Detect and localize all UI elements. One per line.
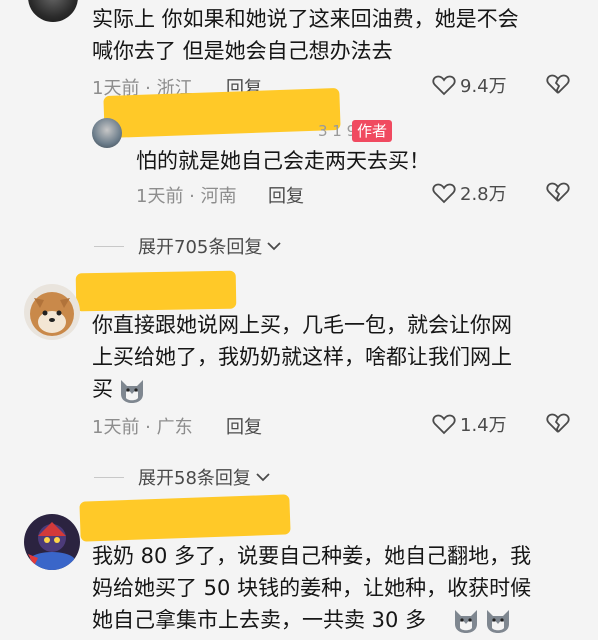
husky-emoji-icon bbox=[452, 606, 480, 634]
like-button[interactable]: 2.8万 bbox=[432, 180, 507, 206]
redacted-username bbox=[75, 270, 237, 312]
chevron-down-icon bbox=[267, 242, 281, 251]
avatar[interactable] bbox=[28, 0, 78, 22]
broken-heart-icon[interactable] bbox=[546, 412, 570, 434]
heart-outline-icon bbox=[432, 75, 456, 96]
comment-text-line: 你直接跟她说网上买，几毛一包，就会让你网 bbox=[92, 313, 512, 337]
comment-text-line: 喊你去了 但是她会自己想办法去 bbox=[92, 39, 393, 63]
avatar[interactable] bbox=[24, 284, 80, 340]
husky-emoji-icon bbox=[484, 606, 512, 634]
divider bbox=[94, 245, 124, 247]
husky-emoji-icon bbox=[118, 376, 146, 404]
expand-replies-button[interactable]: 展开705条回复 bbox=[94, 233, 282, 259]
cartoon-avatar-icon bbox=[28, 522, 74, 570]
comment-text-line: 妈给她买了 50 块钱的姜种，让她种，收获时候 bbox=[92, 576, 532, 600]
expand-replies-label: 展开705条回复 bbox=[138, 237, 263, 258]
like-button[interactable]: 1.4万 bbox=[432, 411, 507, 437]
comment-time: 1天前 · 广东 bbox=[92, 417, 193, 438]
avatar[interactable] bbox=[24, 514, 80, 570]
comment-text-line: 她自己拿集市上去卖，一共卖 30 多 bbox=[92, 608, 427, 632]
avatar[interactable] bbox=[92, 118, 122, 148]
heart-outline-icon bbox=[432, 183, 456, 204]
reply-button[interactable]: 回复 bbox=[268, 182, 304, 208]
redacted-username bbox=[103, 87, 341, 139]
shiba-avatar-icon bbox=[30, 292, 74, 336]
username-fragment[interactable]: 3 1 9 bbox=[318, 122, 356, 140]
divider bbox=[94, 476, 124, 478]
comment-text-line: 实际上 你如果和她说了这来回油费，她是不会 bbox=[92, 7, 519, 31]
like-button[interactable]: 9.4万 bbox=[432, 72, 507, 98]
redacted-username bbox=[79, 494, 291, 542]
author-badge: 作者 bbox=[352, 120, 393, 142]
reply-button[interactable]: 回复 bbox=[226, 413, 262, 439]
comment-text-line: 怕的就是她自己会走两天去买！ bbox=[136, 149, 430, 173]
comment-text-line: 上买给她了，我奶奶就这样，啥都让我们网上 bbox=[92, 345, 512, 369]
broken-heart-icon[interactable] bbox=[546, 73, 570, 95]
like-count: 1.4万 bbox=[460, 415, 507, 436]
heart-outline-icon bbox=[432, 414, 456, 435]
expand-replies-label: 展开58条回复 bbox=[138, 468, 251, 489]
broken-heart-icon[interactable] bbox=[546, 181, 570, 203]
chevron-down-icon bbox=[256, 473, 270, 482]
like-count: 2.8万 bbox=[460, 184, 507, 205]
comment-text-line: 买 bbox=[92, 377, 113, 401]
expand-replies-button[interactable]: 展开58条回复 bbox=[94, 464, 271, 490]
comment-text-line: 我奶 80 多了，说要自己种姜，她自己翻地，我 bbox=[92, 544, 532, 568]
comment-time: 1天前 · 河南 bbox=[136, 186, 237, 207]
like-count: 9.4万 bbox=[460, 76, 507, 97]
